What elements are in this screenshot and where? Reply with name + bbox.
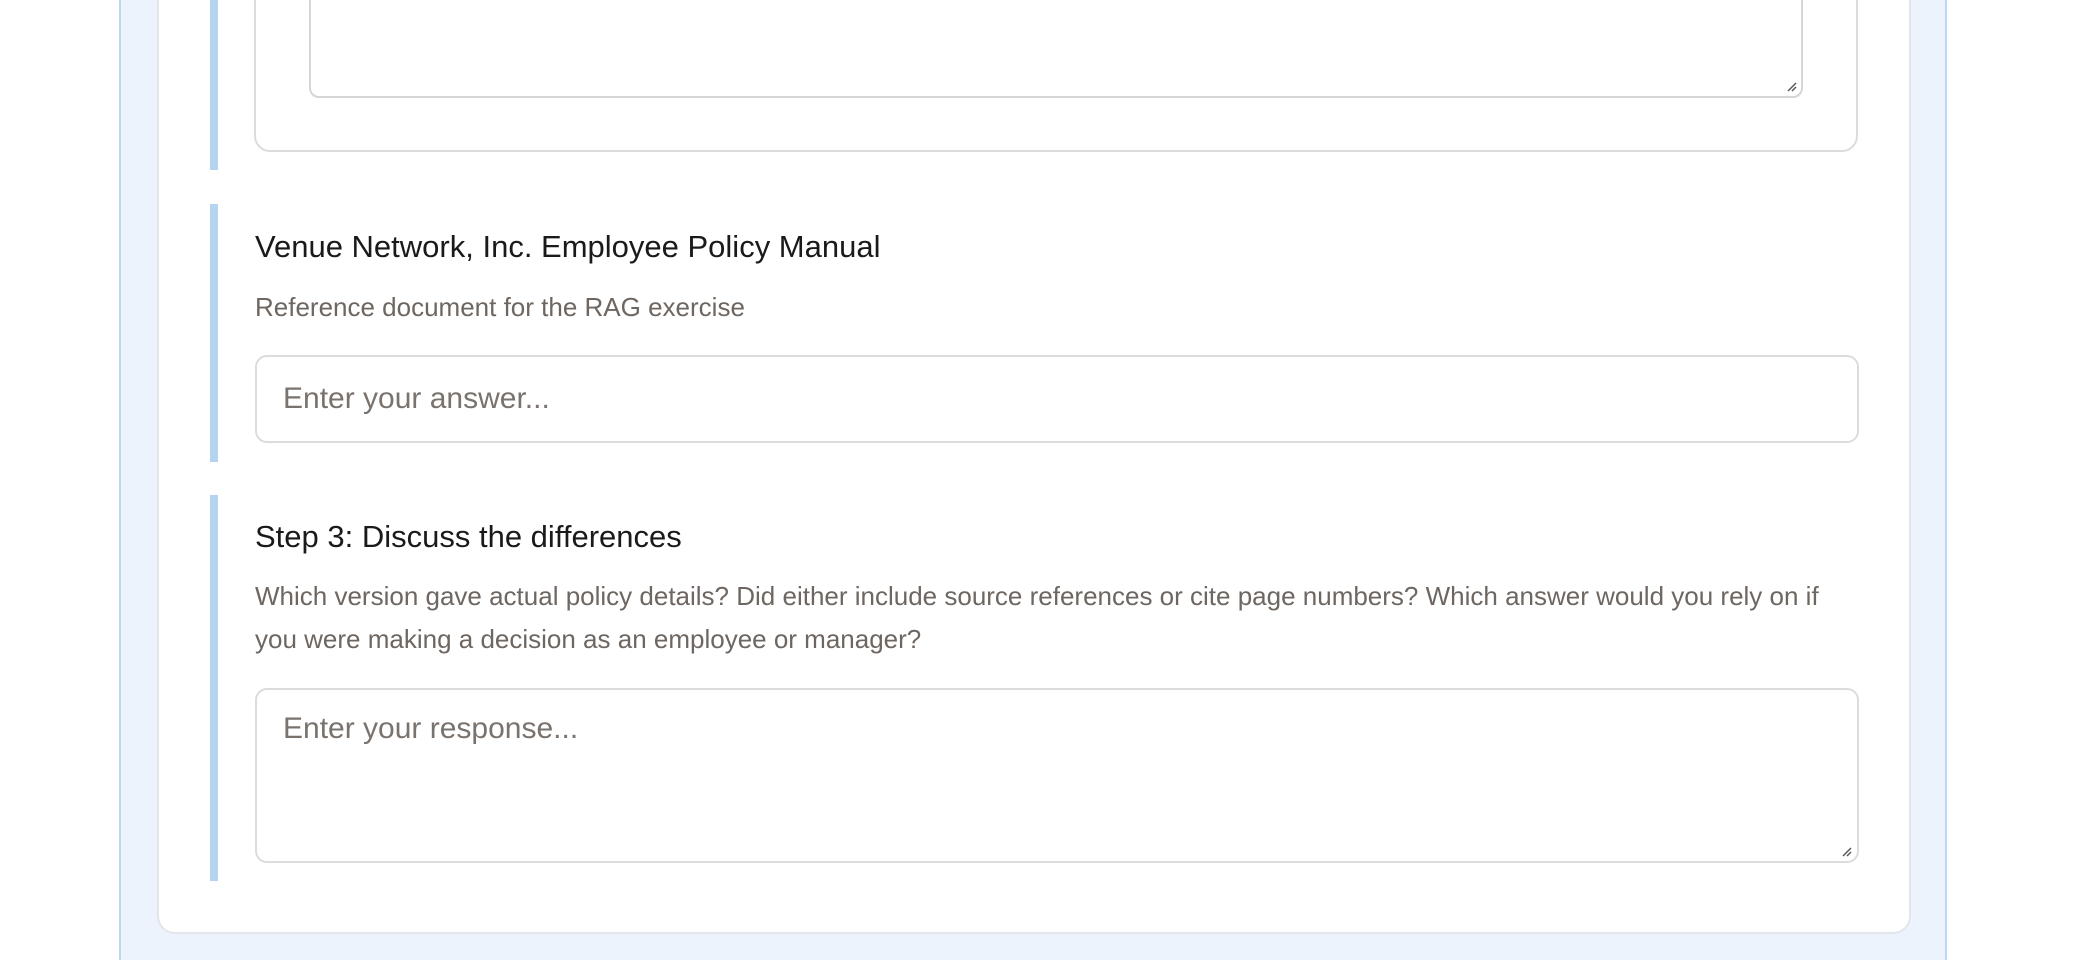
question-description: Reference document for the RAG exercise — [255, 292, 745, 322]
question-title: Venue Network, Inc. Employee Policy Manu… — [255, 229, 881, 264]
response-textarea[interactable] — [255, 688, 1859, 863]
resize-grip-icon[interactable] — [1840, 845, 1852, 857]
previous-response-textarea[interactable] — [309, 0, 1803, 98]
resize-grip-icon[interactable] — [1785, 80, 1797, 92]
question-title: Step 3: Discuss the differences — [255, 519, 682, 554]
question-description: Which version gave actual policy details… — [255, 581, 1819, 654]
answer-input[interactable] — [255, 355, 1859, 443]
